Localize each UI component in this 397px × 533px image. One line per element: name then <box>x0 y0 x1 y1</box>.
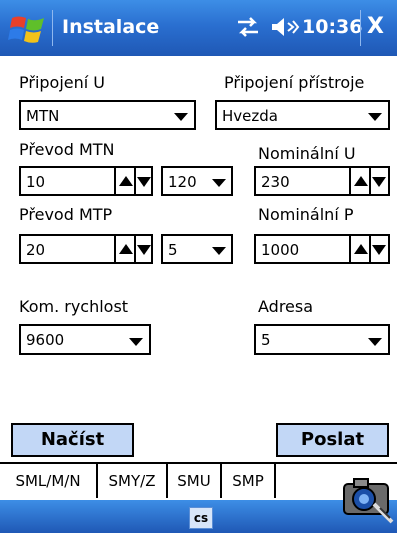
spin-down-icon[interactable] <box>372 177 386 187</box>
prevod-mtp-stepper[interactable]: 20 <box>19 234 153 264</box>
dropdown-arrow-icon <box>129 338 143 346</box>
prevod-mtp-ratio-dropdown[interactable]: 5 <box>161 234 233 264</box>
stepper-divider <box>134 236 136 262</box>
spin-down-icon[interactable] <box>137 245 151 255</box>
pripojeni-u-dropdown[interactable]: MTN <box>19 100 196 130</box>
spin-down-icon[interactable] <box>372 245 386 255</box>
kom-rychlost-dropdown[interactable]: 9600 <box>19 324 151 355</box>
pripojeni-pristroje-label: Připojení přístroje <box>224 73 365 92</box>
dropdown-arrow-icon <box>174 113 188 121</box>
clock[interactable]: 10:36 <box>302 16 362 38</box>
dropdown-arrow-icon <box>368 338 382 346</box>
spin-up-icon[interactable] <box>354 176 368 186</box>
prevod-mtp-ratio-value: 5 <box>168 241 178 259</box>
stepper-divider <box>349 168 351 194</box>
nominalni-u-stepper[interactable]: 230 <box>254 166 390 196</box>
nacist-button[interactable]: Načíst <box>11 423 134 457</box>
prevod-mtn-ratio-value: 120 <box>168 173 197 191</box>
nominalni-u-value: 230 <box>261 173 290 191</box>
adresa-value: 5 <box>261 331 271 349</box>
nominalni-p-label: Nominální P <box>258 205 354 224</box>
connectivity-icon[interactable] <box>236 16 260 38</box>
prevod-mtp-value: 20 <box>26 241 46 259</box>
stepper-divider <box>369 236 371 262</box>
input-method-button[interactable]: cs <box>189 507 213 529</box>
pripojeni-u-value: MTN <box>26 107 60 125</box>
stepper-divider <box>369 168 371 194</box>
spin-up-icon[interactable] <box>119 176 133 186</box>
tab-smp[interactable]: SMP <box>222 464 276 498</box>
adresa-label: Adresa <box>258 297 314 316</box>
windows-start-icon[interactable] <box>8 12 48 46</box>
tab-smu[interactable]: SMU <box>168 464 222 498</box>
prevod-mtn-value: 10 <box>26 173 46 191</box>
stepper-divider <box>114 168 116 194</box>
title-bar: Instalace 10:36 X <box>0 0 397 56</box>
tab-smy-z[interactable]: SMY/Z <box>98 464 168 498</box>
tab-sml-m-n[interactable]: SML/M/N <box>0 464 98 498</box>
spin-down-icon[interactable] <box>137 177 151 187</box>
prevod-mtn-label: Převod MTN <box>19 140 115 159</box>
stepper-divider <box>114 236 116 262</box>
title-separator <box>360 10 361 46</box>
stepper-divider <box>349 236 351 262</box>
title-separator <box>52 10 53 46</box>
kom-rychlost-value: 9600 <box>26 331 65 349</box>
pripojeni-u-label: Připojení U <box>19 73 106 92</box>
dropdown-arrow-icon <box>212 247 226 255</box>
dropdown-arrow-icon <box>368 113 382 121</box>
prevod-mtn-ratio-dropdown[interactable]: 120 <box>161 166 233 196</box>
prevod-mtp-label: Převod MTP <box>19 205 113 224</box>
stepper-divider <box>134 168 136 194</box>
adresa-dropdown[interactable]: 5 <box>254 324 390 355</box>
nominalni-u-label: Nominální U <box>258 144 356 163</box>
poslat-button[interactable]: Poslat <box>276 423 389 457</box>
pripojeni-pristroje-dropdown[interactable]: Hvezda <box>215 100 390 130</box>
prevod-mtn-stepper[interactable]: 10 <box>19 166 153 196</box>
kom-rychlost-label: Kom. rychlost <box>19 297 129 316</box>
dropdown-arrow-icon <box>212 179 226 187</box>
nominalni-p-value: 1000 <box>261 241 300 259</box>
spin-up-icon[interactable] <box>119 244 133 254</box>
speaker-icon[interactable] <box>270 15 300 39</box>
spin-up-icon[interactable] <box>354 244 368 254</box>
window-title: Instalace <box>62 16 160 38</box>
close-icon[interactable]: X <box>367 14 384 39</box>
nominalni-p-stepper[interactable]: 1000 <box>254 234 390 264</box>
pripojeni-pristroje-value: Hvezda <box>222 107 278 125</box>
camera-icon[interactable] <box>340 474 394 524</box>
